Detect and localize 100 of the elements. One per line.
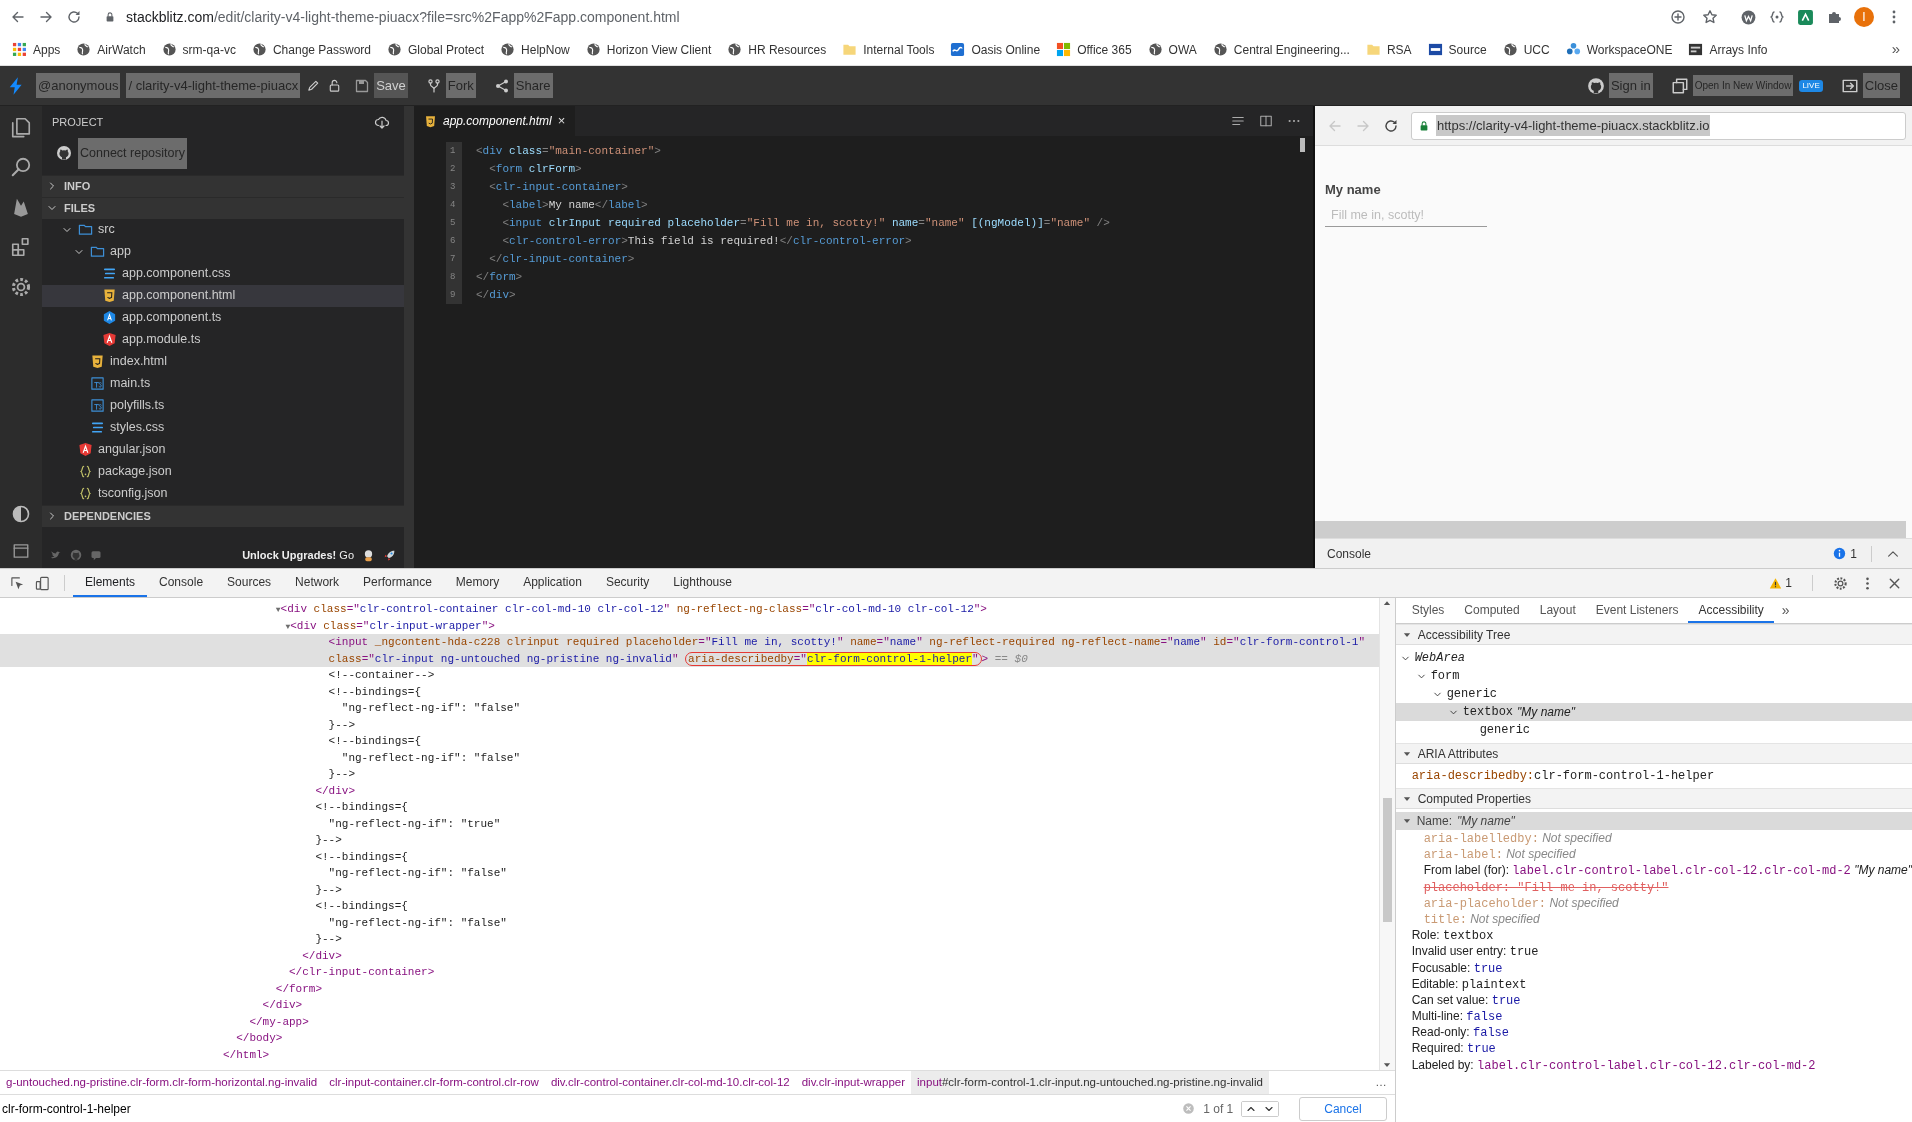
cloud-download-icon[interactable] [374, 114, 390, 130]
scrollbar-track[interactable] [1378, 598, 1395, 1070]
dom-node-line[interactable]: </form> [0, 980, 1379, 997]
dom-node-line[interactable]: </my-app> [0, 1013, 1379, 1030]
scrollbar-track[interactable] [1315, 521, 1906, 538]
devtools-tab[interactable]: Console [147, 569, 216, 597]
settings-icon[interactable] [10, 276, 32, 298]
bookmark-link[interactable]: AirWatch [68, 38, 154, 61]
star-icon[interactable] [1702, 9, 1718, 25]
console-label[interactable]: Console [1327, 544, 1372, 563]
bookmark-link[interactable]: Apps [4, 38, 69, 61]
breadcrumb-item[interactable]: clr-input-container.clr-form-control.clr-row [323, 1071, 545, 1094]
dom-node-line[interactable]: "ng-reflect-ng-if": "false" [0, 914, 1379, 931]
bookmark-link[interactable]: Central Engineering... [1204, 38, 1358, 61]
dom-node-line[interactable]: <!--bindings={ [0, 799, 1379, 816]
scrollbar-thumb[interactable] [1300, 138, 1305, 152]
breadcrumb-item[interactable]: div.clr-input-wrapper [795, 1071, 912, 1094]
more-tabs-button[interactable]: » [1773, 598, 1798, 623]
dom-node-line[interactable]: </clr-input-container> [0, 964, 1379, 981]
close-tab-button[interactable]: × [557, 111, 566, 131]
folder-item[interactable]: src [42, 218, 404, 241]
bookmark-link[interactable]: HR Resources [719, 38, 835, 61]
file-item[interactable]: app.component.html [42, 284, 404, 307]
panel-tab[interactable]: Event Listeners [1585, 598, 1689, 623]
section-header[interactable]: Computed Properties [1395, 788, 1912, 809]
more-breadcrumbs-button[interactable]: … [1375, 1073, 1395, 1092]
dom-node-line[interactable]: "ng-reflect-ng-if": "false" [0, 700, 1379, 717]
name-input[interactable]: Fill me in, scotty! [1325, 203, 1487, 228]
braces-icon[interactable] [1769, 9, 1785, 25]
file-item[interactable]: app.component.css [42, 262, 404, 285]
dom-node-line[interactable]: </div> [0, 782, 1379, 799]
bookmark-link[interactable]: RSA [1357, 38, 1420, 61]
dom-node-line[interactable]: </div> [0, 997, 1379, 1014]
tree-node[interactable]: form [1395, 667, 1912, 685]
dom-node-line[interactable]: <!--bindings={ [0, 733, 1379, 750]
dom-node-line[interactable]: <!--bindings={ [0, 683, 1379, 700]
dom-node-line[interactable]: "ng-reflect-ng-if": "false" [0, 865, 1379, 882]
contrast-icon[interactable] [11, 504, 31, 524]
dom-node-line[interactable]: }--> [0, 832, 1379, 849]
dom-node-line[interactable]: "ng-reflect-ng-if": "false" [0, 749, 1379, 766]
panel-tab[interactable]: Styles [1401, 598, 1455, 623]
chat-icon[interactable] [90, 549, 102, 561]
devtools-tab[interactable]: Elements [73, 569, 148, 597]
github-icon[interactable] [70, 549, 82, 561]
file-item[interactable]: main.ts [42, 372, 404, 395]
scrollbar-thumb[interactable] [1382, 798, 1392, 922]
back-icon[interactable] [10, 9, 26, 25]
dom-node-line[interactable]: <!--bindings={ [0, 898, 1379, 915]
file-item[interactable]: polyfills.ts [42, 394, 404, 417]
split-editor-icon[interactable] [1259, 114, 1273, 128]
dom-node-line[interactable]: }--> [0, 766, 1379, 783]
devtools-tab[interactable]: Sources [215, 569, 284, 597]
bookmark-link[interactable]: WorkspaceONE [1557, 38, 1681, 61]
reload-icon[interactable] [1383, 117, 1399, 134]
bookmark-link[interactable]: Internal Tools [834, 38, 943, 61]
file-item[interactable]: styles.css [42, 416, 404, 439]
outline-icon[interactable] [1231, 114, 1245, 128]
dom-node-line[interactable]: <!--container--> [0, 667, 1379, 684]
reload-icon[interactable] [66, 9, 82, 25]
device-icon[interactable] [35, 575, 50, 591]
panel-icon[interactable] [12, 542, 30, 560]
tree-node[interactable]: textbox "My name" [1395, 703, 1912, 721]
search-field[interactable]: clr-form-control-1-helper [0, 1099, 1175, 1118]
bookmark-link[interactable]: UCC [1494, 38, 1558, 61]
editor-tab[interactable]: app.component.html × [414, 106, 576, 136]
file-item[interactable]: index.html [42, 350, 404, 373]
dom-node-line[interactable]: <!--bindings={ [0, 848, 1379, 865]
panel-tab[interactable]: Computed [1454, 598, 1530, 623]
devtools-tab[interactable]: Application [511, 569, 594, 597]
bookmark-link[interactable]: srm-qa-vc [153, 38, 244, 61]
dom-node-line[interactable]: </div> [0, 947, 1379, 964]
file-item[interactable]: app.module.ts [42, 328, 404, 351]
settings-icon[interactable] [1833, 575, 1848, 591]
bookmark-link[interactable]: Arrays Info [1680, 38, 1776, 61]
cancel-button[interactable]: Cancel [1299, 1096, 1387, 1121]
section-header[interactable]: FILES [42, 196, 404, 219]
devtools-tab[interactable]: Security [593, 569, 662, 597]
dom-node-line[interactable]: </body> [0, 1030, 1379, 1047]
warning-count[interactable]: 1 [1769, 574, 1792, 592]
dom-node-line[interactable]: "ng-reflect-ng-if": "true" [0, 815, 1379, 832]
bookmark-link[interactable]: OWA [1139, 38, 1205, 61]
dom-node-line[interactable]: }--> [0, 881, 1379, 898]
bookmark-link[interactable]: Source [1419, 38, 1495, 61]
extension-icon[interactable] [1740, 8, 1757, 26]
bookmark-link[interactable]: Change Password [243, 38, 379, 61]
inspect-icon[interactable] [10, 575, 25, 591]
dom-node-line[interactable]: ▼<div class="clr-control-container clr-col-md-10 clr-col-12" ng-reflect-ng-class="clr-col-md-10 clr-col-12"> [0, 601, 1379, 618]
bookmark-link[interactable]: Global Protect [379, 38, 493, 61]
add-circle-icon[interactable] [1670, 9, 1686, 25]
bookmark-link[interactable]: HelpNow [492, 38, 578, 61]
dom-node-line[interactable]: }--> [0, 931, 1379, 948]
folder-item[interactable]: app [42, 240, 404, 263]
breadcrumb-item[interactable]: div.clr-control-container.clr-col-md-10.clr-col-12 [544, 1071, 796, 1094]
breadcrumb-item[interactable]: g-untouched.ng-pristine.clr-form.clr-form-horizontal.ng-invalid [0, 1071, 324, 1094]
dom-node-line[interactable]: ▼<div class="clr-input-wrapper"> [0, 617, 1379, 634]
dom-node-line[interactable]: }--> [0, 716, 1379, 733]
search-icon[interactable] [10, 156, 32, 178]
bird-icon[interactable] [50, 549, 62, 561]
tree-node[interactable]: generic [1395, 721, 1912, 739]
preview-url-field[interactable]: https://clarity-v4-light-theme-piuacx.stackblitz.io [1411, 111, 1906, 140]
